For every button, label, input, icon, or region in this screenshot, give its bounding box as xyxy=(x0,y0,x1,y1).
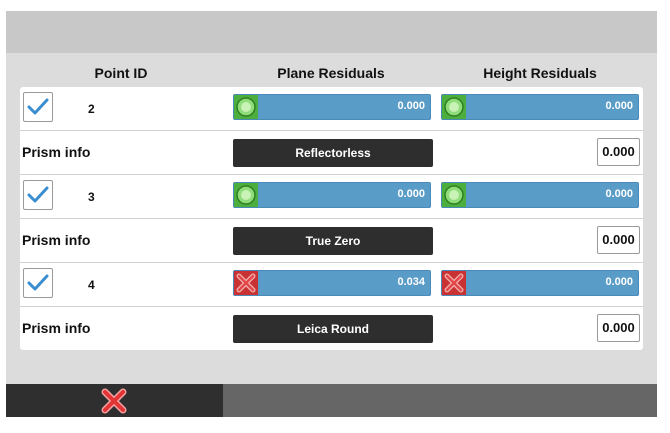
height-input[interactable]: 0.000 xyxy=(597,138,640,166)
plane-residual-value: 0.000 xyxy=(397,100,425,112)
green-ok-icon xyxy=(234,95,258,119)
prism-info-row: Prism info Leica Round 0.000 xyxy=(20,307,643,351)
prism-type-button[interactable]: Leica Round xyxy=(233,315,433,343)
point-checkbox[interactable] xyxy=(23,92,53,122)
height-residual-bar: 0.000 xyxy=(441,270,639,296)
prism-info-row: Prism info True Zero 0.000 xyxy=(20,219,643,263)
red-x-icon xyxy=(442,271,466,295)
green-ok-icon xyxy=(442,183,466,207)
header-plane-residuals: Plane Residuals xyxy=(277,65,385,81)
height-residual-bar: 0.000 xyxy=(441,94,639,120)
header-point-id: Point ID xyxy=(94,65,148,81)
cancel-x-icon xyxy=(101,388,127,414)
prism-type-button[interactable]: Reflectorless xyxy=(233,139,433,167)
table-header: Point ID Plane Residuals Height Residual… xyxy=(6,65,657,89)
plane-residual-value: 0.034 xyxy=(397,276,425,288)
app-frame: Point ID Plane Residuals Height Residual… xyxy=(6,11,657,417)
point-id: 2 xyxy=(88,102,95,116)
height-residual-value: 0.000 xyxy=(605,276,633,288)
prism-info-label: Prism info xyxy=(22,232,91,248)
header-height-residuals: Height Residuals xyxy=(483,65,597,81)
checkmark-icon xyxy=(27,98,49,115)
green-ok-icon xyxy=(442,95,466,119)
bottom-bar xyxy=(6,384,657,417)
point-id: 3 xyxy=(88,190,95,204)
red-x-icon xyxy=(234,271,258,295)
height-input[interactable]: 0.000 xyxy=(597,226,640,254)
plane-residual-value: 0.000 xyxy=(397,188,425,200)
height-input[interactable]: 0.000 xyxy=(597,314,640,342)
point-checkbox[interactable] xyxy=(23,268,53,298)
green-ok-icon xyxy=(234,183,258,207)
plane-residual-bar: 0.000 xyxy=(233,94,431,120)
prism-type-button[interactable]: True Zero xyxy=(233,227,433,255)
point-row: 4 0.034 0.000 xyxy=(20,263,643,307)
checkmark-icon xyxy=(27,274,49,291)
plane-residual-bar: 0.034 xyxy=(233,270,431,296)
height-residual-value: 0.000 xyxy=(605,100,633,112)
point-row: 3 0.000 0.000 xyxy=(20,175,643,219)
cancel-button[interactable] xyxy=(6,384,223,417)
points-panel: 2 0.000 0.000 Prism info Reflectorless 0… xyxy=(20,87,643,350)
prism-info-row: Prism info Reflectorless 0.000 xyxy=(20,131,643,175)
height-residual-value: 0.000 xyxy=(605,188,633,200)
title-bar xyxy=(6,11,657,53)
height-residual-bar: 0.000 xyxy=(441,182,639,208)
point-checkbox[interactable] xyxy=(23,180,53,210)
checkmark-icon xyxy=(27,186,49,203)
prism-info-label: Prism info xyxy=(22,144,91,160)
point-id: 4 xyxy=(88,278,95,292)
point-row: 2 0.000 0.000 xyxy=(20,87,643,131)
prism-info-label: Prism info xyxy=(22,320,91,336)
plane-residual-bar: 0.000 xyxy=(233,182,431,208)
